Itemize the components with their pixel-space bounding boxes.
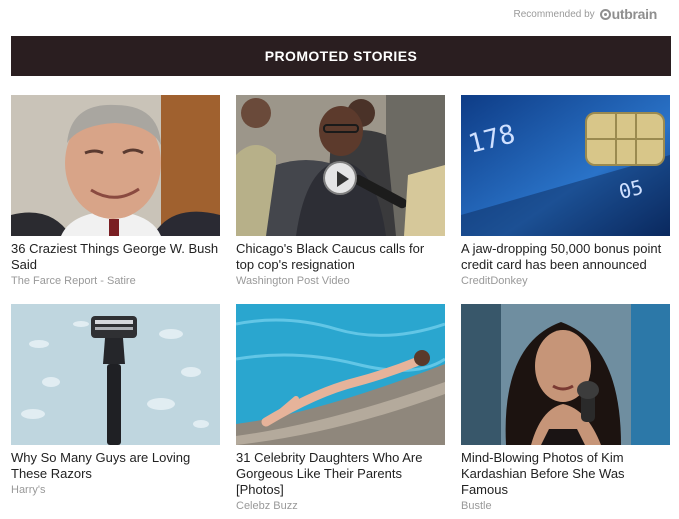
story-card[interactable]: 36 Craziest Things George W. Bush Said T…: [11, 95, 220, 288]
woman-microphone-image: [461, 304, 670, 445]
story-source: Harry's: [11, 484, 46, 496]
credit-card-image: 178 05: [461, 95, 670, 236]
story-thumbnail[interactable]: [461, 304, 670, 445]
story-source: CreditDonkey: [461, 275, 528, 287]
story-source: Bustle: [461, 500, 492, 512]
story-headline[interactable]: Why So Many Guys are Loving These Razors: [11, 450, 220, 482]
outbrain-attribution[interactable]: Recommended by utbrain: [514, 6, 658, 22]
razor-image: [11, 304, 220, 445]
play-video-icon[interactable]: [323, 161, 357, 195]
story-thumbnail[interactable]: [236, 304, 445, 445]
banner-title: PROMOTED STORIES: [264, 48, 418, 64]
story-card[interactable]: 31 Celebrity Daughters Who Are Gorgeous …: [236, 304, 445, 513]
story-headline[interactable]: Mind-Blowing Photos of Kim Kardashian Be…: [461, 450, 670, 498]
story-card[interactable]: 178 05 A jaw-dropping 50,000 bonus point…: [461, 95, 670, 288]
story-card[interactable]: Why So Many Guys are Loving These Razors…: [11, 304, 220, 497]
recommended-by-label: Recommended by: [513, 8, 595, 20]
outbrain-wordmark: utbrain: [611, 6, 658, 22]
story-source: Celebz Buzz: [236, 500, 298, 512]
story-headline[interactable]: Chicago's Black Caucus calls for top cop…: [236, 241, 445, 273]
story-card[interactable]: Mind-Blowing Photos of Kim Kardashian Be…: [461, 304, 670, 513]
story-thumbnail[interactable]: [236, 95, 445, 236]
story-headline[interactable]: 31 Celebrity Daughters Who Are Gorgeous …: [236, 450, 445, 498]
portrait-image: [11, 95, 220, 236]
story-card[interactable]: Chicago's Black Caucus calls for top cop…: [236, 95, 445, 288]
story-thumbnail[interactable]: 178 05: [461, 95, 670, 236]
story-thumbnail[interactable]: [11, 95, 220, 236]
outbrain-logo-icon: [599, 8, 611, 20]
story-source: The Farce Report - Satire: [11, 275, 136, 287]
story-headline[interactable]: 36 Craziest Things George W. Bush Said: [11, 241, 220, 273]
story-source: Washington Post Video: [236, 275, 350, 287]
outbrain-logo[interactable]: utbrain: [599, 6, 658, 22]
story-headline[interactable]: A jaw-dropping 50,000 bonus point credit…: [461, 241, 670, 273]
promoted-stories-banner: PROMOTED STORIES: [11, 36, 671, 76]
story-thumbnail[interactable]: [11, 304, 220, 445]
poolside-image: [236, 304, 445, 445]
